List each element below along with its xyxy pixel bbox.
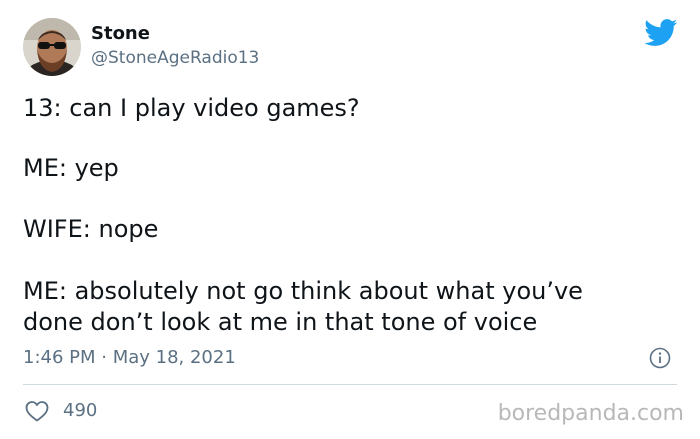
user-handle[interactable]: @StoneAgeRadio13 <box>91 47 259 69</box>
twitter-bird-icon[interactable] <box>644 19 678 47</box>
watermark: boredpanda.com <box>497 401 684 426</box>
like-heart-icon[interactable] <box>24 399 50 423</box>
display-name[interactable]: Stone <box>91 23 150 45</box>
tweet-text-line-1: 13: can I play video games? <box>23 94 360 122</box>
like-count[interactable]: 490 <box>63 399 97 423</box>
info-icon[interactable] <box>649 347 671 369</box>
divider <box>23 384 677 385</box>
avatar[interactable] <box>23 18 81 76</box>
tweet-timestamp[interactable]: 1:46 PM · May 18, 2021 <box>23 346 236 370</box>
tweet-text-line-4: ME: absolutely not go think about what y… <box>23 277 583 336</box>
tweet-text-line-3: WIFE: nope <box>23 215 159 243</box>
avatar-photo-icon <box>23 18 81 76</box>
tweet-text-line-2: ME: yep <box>23 154 119 182</box>
